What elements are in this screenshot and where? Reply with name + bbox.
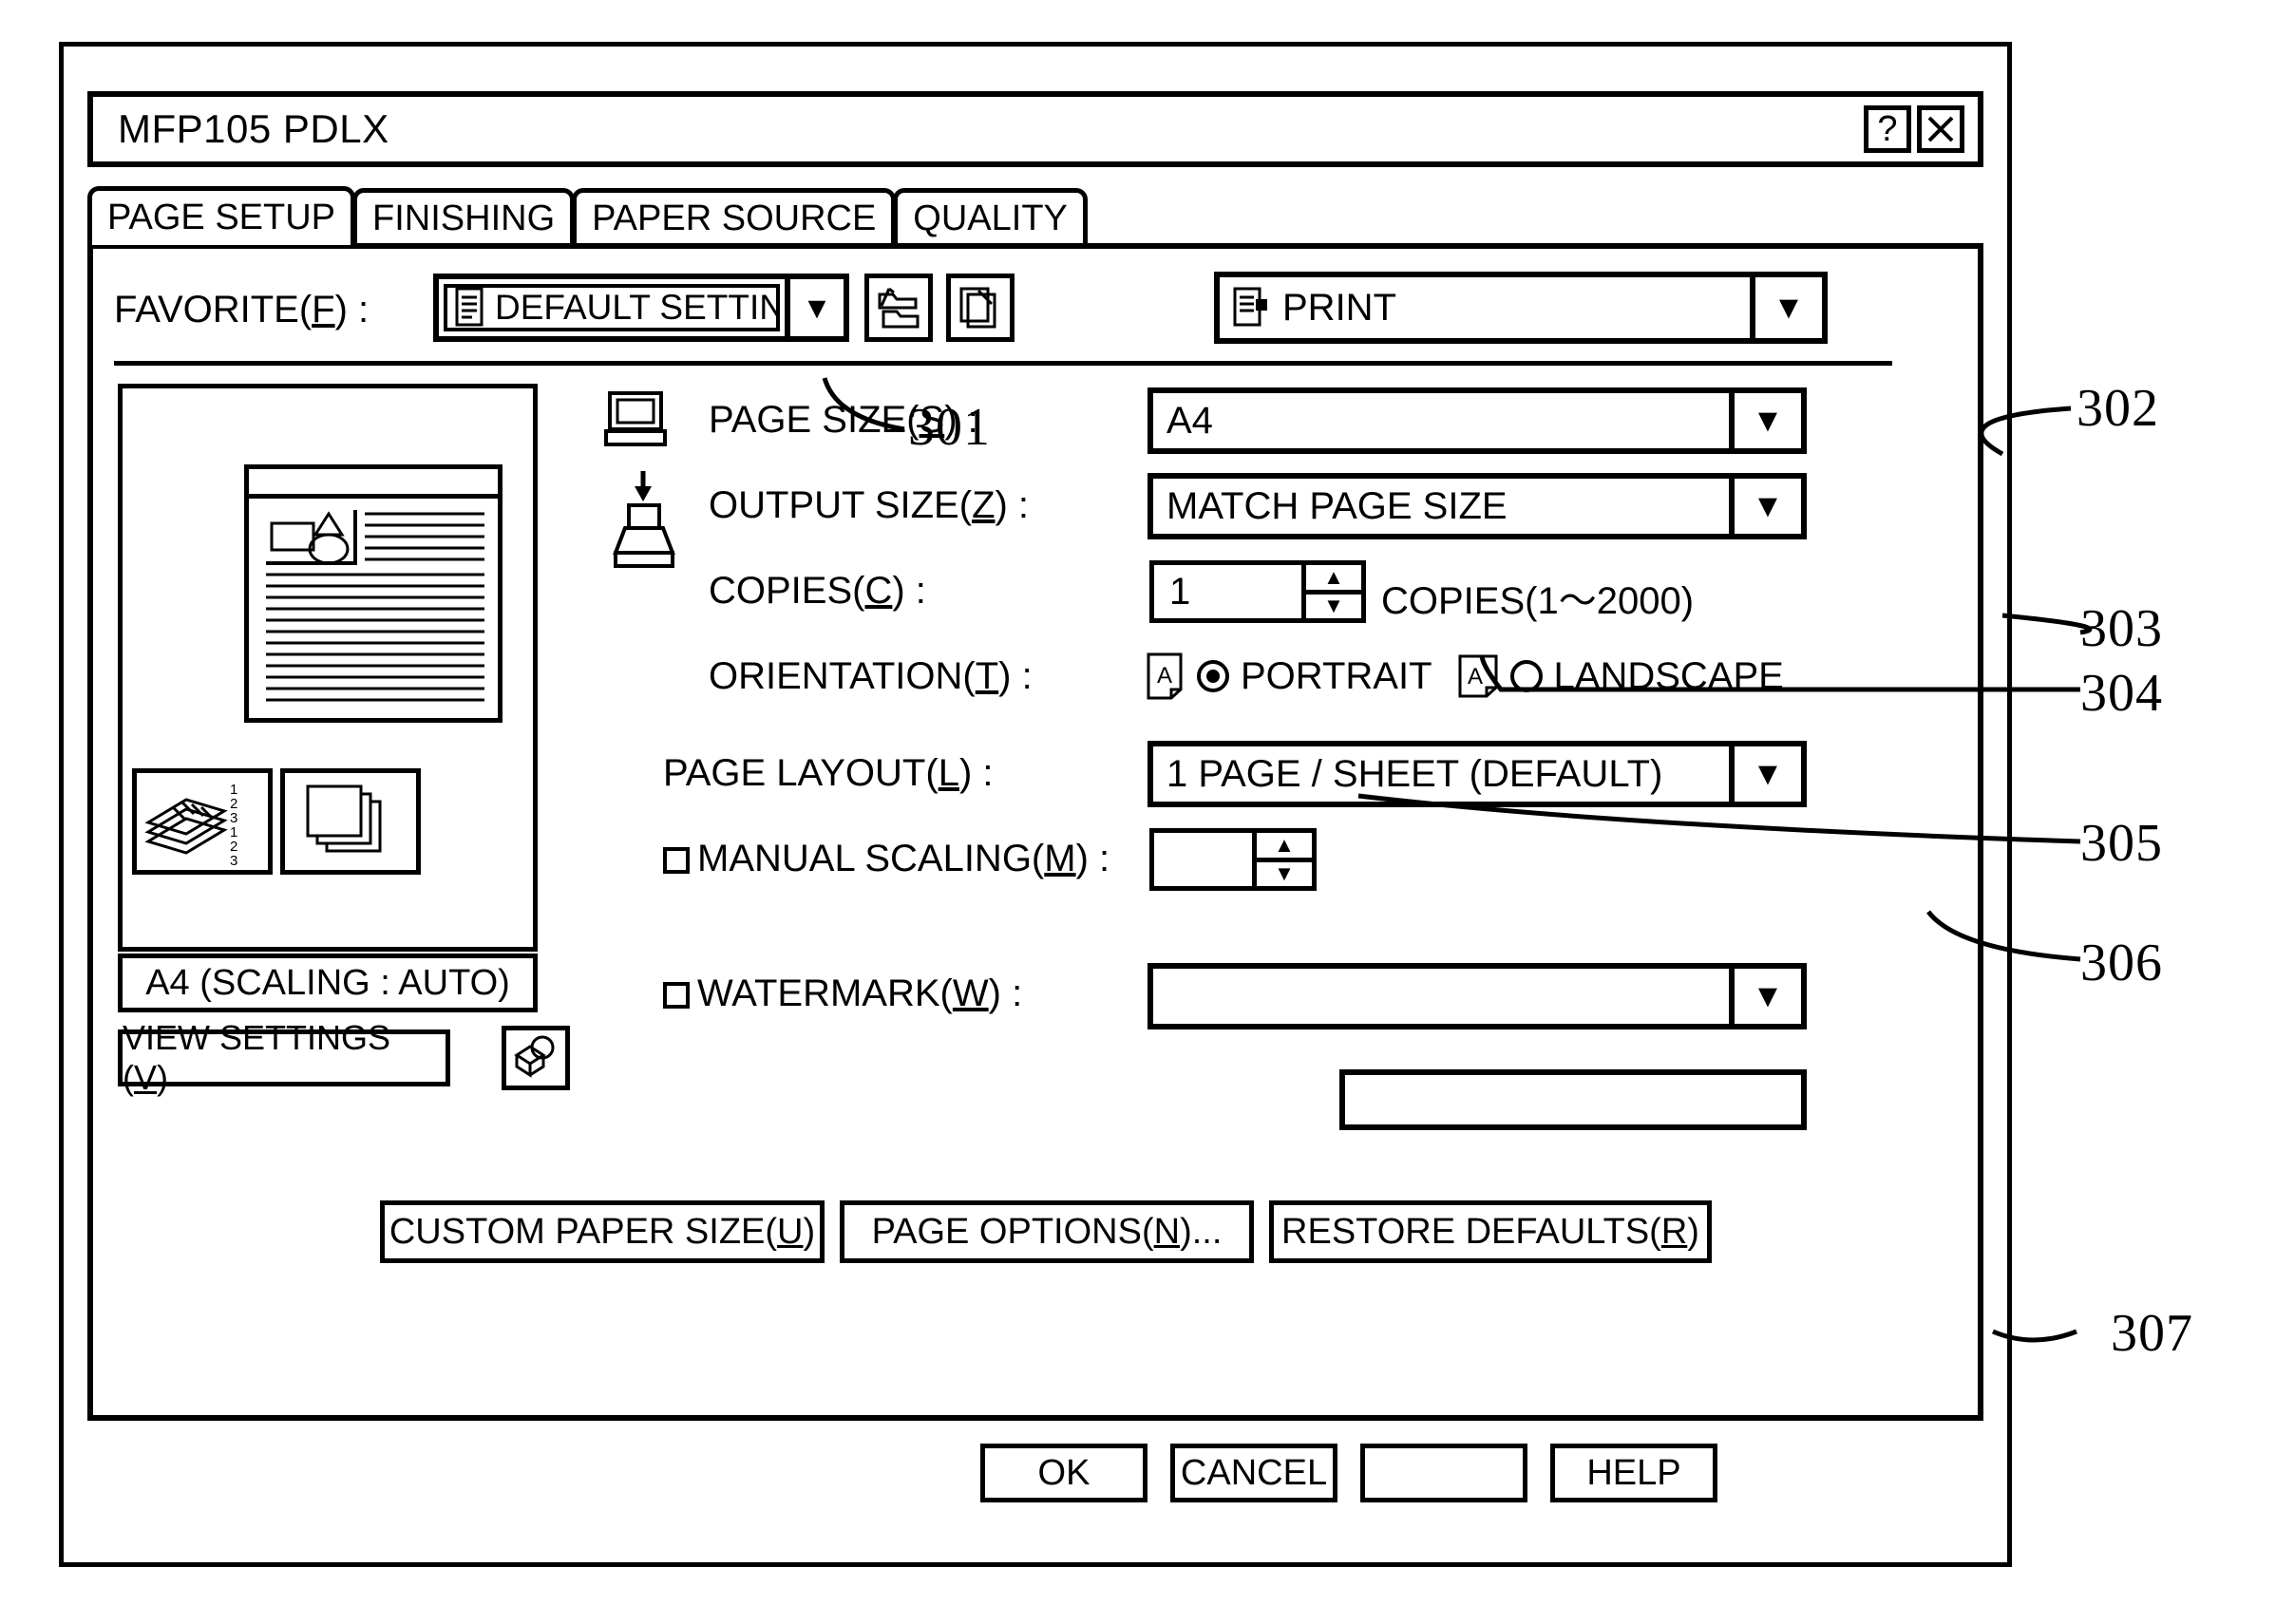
ref-numeral-307: 307: [2111, 1304, 2193, 1363]
ref-numeral-302: 302: [2077, 379, 2159, 438]
ref-numeral-301: 301: [908, 398, 991, 457]
ref-numeral-305: 305: [2080, 814, 2163, 873]
ref-numeral-303: 303: [2080, 599, 2163, 658]
ref-numeral-304: 304: [2080, 664, 2163, 723]
ref-numeral-306: 306: [2080, 934, 2163, 992]
tab-label: PAGE SETUP: [107, 198, 336, 237]
patent-figure: MFP105 PDLX ? PAGE SETUP FINISHING PAPER…: [0, 0, 2276, 1624]
tab-page-setup[interactable]: PAGE SETUP: [87, 186, 356, 245]
